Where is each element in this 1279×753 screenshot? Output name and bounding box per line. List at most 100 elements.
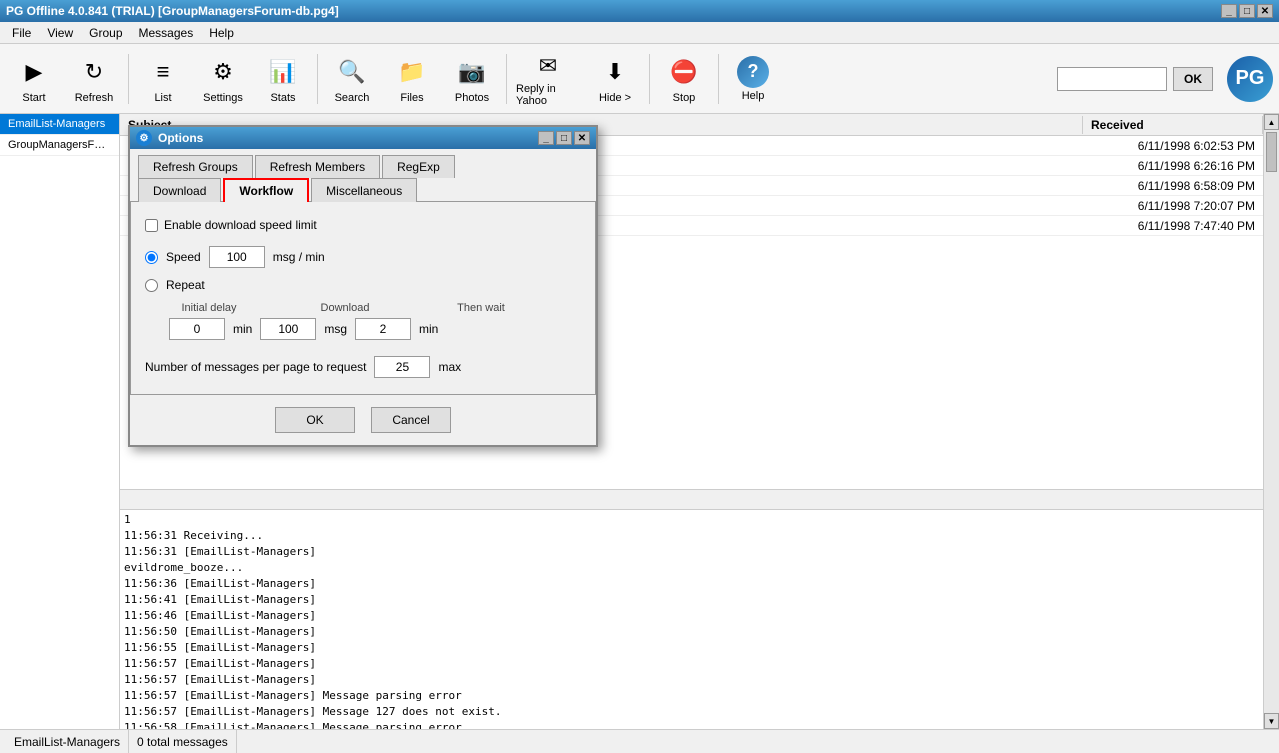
hide-label: Hide > — [599, 92, 631, 104]
settings-label: Settings — [203, 92, 243, 104]
modal-ok-button[interactable]: OK — [275, 407, 355, 433]
sidebar-item-emaillist[interactable]: EmailList-Managers — [0, 114, 119, 135]
scroll-up-arrow[interactable]: ▲ — [1264, 114, 1279, 130]
enable-speed-limit-checkbox[interactable] — [145, 219, 158, 232]
minimize-button[interactable]: _ — [1221, 4, 1237, 18]
log-line: 11:56:57 [EmailList-Managers] Message 12… — [124, 704, 1259, 720]
help-button[interactable]: ? Help — [725, 48, 781, 110]
files-button[interactable]: 📁 Files — [384, 48, 440, 110]
hide-button[interactable]: ⬇ Hide > — [587, 48, 643, 110]
initial-delay-col: Initial delay — [169, 302, 249, 314]
start-button[interactable]: ▶ Start — [6, 48, 62, 110]
workflow-tab-content: Enable download speed limit Speed msg / … — [130, 201, 596, 395]
modal-minimize-button[interactable]: _ — [538, 131, 554, 145]
close-button[interactable]: ✕ — [1257, 4, 1273, 18]
repeat-radio-row: Repeat — [145, 278, 581, 292]
photos-label: Photos — [455, 92, 489, 104]
initial-delay-unit: min — [233, 322, 252, 336]
toolbar-search-input[interactable] — [1057, 67, 1167, 91]
refresh-button[interactable]: ↻ Refresh — [66, 48, 122, 110]
msg-received: 6/11/1998 6:26:16 PM — [1083, 159, 1263, 173]
toolbar-ok-button[interactable]: OK — [1173, 67, 1213, 91]
photos-button[interactable]: 📷 Photos — [444, 48, 500, 110]
settings-icon: ⚙ — [205, 54, 241, 90]
tab-miscellaneous[interactable]: Miscellaneous — [311, 178, 417, 202]
log-line: 11:56:50 [EmailList-Managers] — [124, 624, 1259, 640]
col-received-header: Received — [1083, 116, 1263, 134]
msg-received: 6/11/1998 6:58:09 PM — [1083, 179, 1263, 193]
menu-file[interactable]: File — [4, 24, 39, 42]
log-line: 11:56:58 [EmailList-Managers] Message pa… — [124, 720, 1259, 729]
msg-per-page-label: Number of messages per page to request — [145, 360, 366, 374]
then-wait-input[interactable] — [355, 318, 411, 340]
enable-speed-limit-label: Enable download speed limit — [164, 218, 317, 232]
msg-per-page-input[interactable] — [374, 356, 430, 378]
tab-refresh-groups[interactable]: Refresh Groups — [138, 155, 253, 178]
hide-icon: ⬇ — [597, 54, 633, 90]
maximize-button[interactable]: □ — [1239, 4, 1255, 18]
log-line: 11:56:57 [EmailList-Managers] — [124, 672, 1259, 688]
stats-icon: 📊 — [265, 54, 301, 90]
menu-group[interactable]: Group — [81, 24, 130, 42]
menu-view[interactable]: View — [39, 24, 81, 42]
repeat-radio[interactable] — [145, 279, 158, 292]
menu-help[interactable]: Help — [201, 24, 242, 42]
initial-delay-input[interactable] — [169, 318, 225, 340]
stop-button[interactable]: ⛔ Stop — [656, 48, 712, 110]
start-label: Start — [22, 92, 45, 104]
scroll-track[interactable] — [1264, 130, 1279, 713]
status-group: EmailList-Managers — [6, 730, 129, 753]
speed-radio-row: Speed msg / min — [145, 246, 581, 268]
tab-download[interactable]: Download — [138, 178, 221, 202]
download-header: Download — [321, 302, 370, 314]
log-line: evildrome_booze... — [124, 560, 1259, 576]
log-line: 11:56:36 [EmailList-Managers] — [124, 576, 1259, 592]
list-button[interactable]: ≡ List — [135, 48, 191, 110]
toolbar-divider-5 — [718, 54, 719, 104]
tab-row-1: Refresh Groups Refresh Members RegExp — [138, 155, 588, 178]
repeat-section: Initial delay Download Then wait min ms — [169, 302, 581, 340]
toolbar-divider-2 — [317, 54, 318, 104]
tab-regexp[interactable]: RegExp — [382, 155, 455, 178]
speed-radio[interactable] — [145, 251, 158, 264]
download-count-input[interactable] — [260, 318, 316, 340]
tab-workflow[interactable]: Workflow — [223, 178, 309, 202]
then-wait-unit: min — [419, 322, 438, 336]
toolbar-logo: PG — [1227, 56, 1273, 102]
repeat-inputs-row: min msg min — [169, 318, 581, 340]
photos-icon: 📷 — [454, 54, 490, 90]
menu-messages[interactable]: Messages — [131, 24, 202, 42]
tab-refresh-members[interactable]: Refresh Members — [255, 155, 380, 178]
search-button[interactable]: 🔍 Search — [324, 48, 380, 110]
msg-received: 6/11/1998 6:02:53 PM — [1083, 139, 1263, 153]
toolbar-divider-4 — [649, 54, 650, 104]
reply-label: Reply in Yahoo — [516, 83, 580, 107]
scroll-thumb[interactable] — [1266, 132, 1277, 172]
log-line: 11:56:57 [EmailList-Managers] Message pa… — [124, 688, 1259, 704]
modal-title-buttons: _ □ ✕ — [538, 131, 590, 145]
log-line: 11:56:41 [EmailList-Managers] — [124, 592, 1259, 608]
msg-per-page-unit: max — [438, 360, 461, 374]
log-line: 11:56:46 [EmailList-Managers] — [124, 608, 1259, 624]
sidebar-item-groupmanagers[interactable]: GroupManagersForum — [0, 135, 119, 156]
menu-bar: File View Group Messages Help — [0, 22, 1279, 44]
speed-value-input[interactable] — [209, 246, 265, 268]
toolbar-divider-3 — [506, 54, 507, 104]
refresh-label: Refresh — [75, 92, 114, 104]
modal-close-button[interactable]: ✕ — [574, 131, 590, 145]
log-area: 1 11:56:31 Receiving... 11:56:31 [EmailL… — [120, 509, 1263, 729]
title-bar-buttons: _ □ ✕ — [1221, 4, 1273, 18]
horizontal-scrollbar[interactable] — [120, 489, 1263, 509]
modal-footer: OK Cancel — [130, 395, 596, 445]
modal-maximize-button[interactable]: □ — [556, 131, 572, 145]
scroll-down-arrow[interactable]: ▼ — [1264, 713, 1279, 729]
reply-button[interactable]: ✉ Reply in Yahoo — [513, 48, 583, 110]
stats-button[interactable]: 📊 Stats — [255, 48, 311, 110]
modal-icon: ⚙ — [136, 130, 152, 146]
vertical-scrollbar[interactable]: ▲ ▼ — [1263, 114, 1279, 729]
modal-cancel-button[interactable]: Cancel — [371, 407, 451, 433]
list-icon: ≡ — [145, 54, 181, 90]
settings-button[interactable]: ⚙ Settings — [195, 48, 251, 110]
modal-title-text: ⚙ Options — [136, 130, 203, 146]
speed-limit-row: Enable download speed limit — [145, 218, 581, 232]
